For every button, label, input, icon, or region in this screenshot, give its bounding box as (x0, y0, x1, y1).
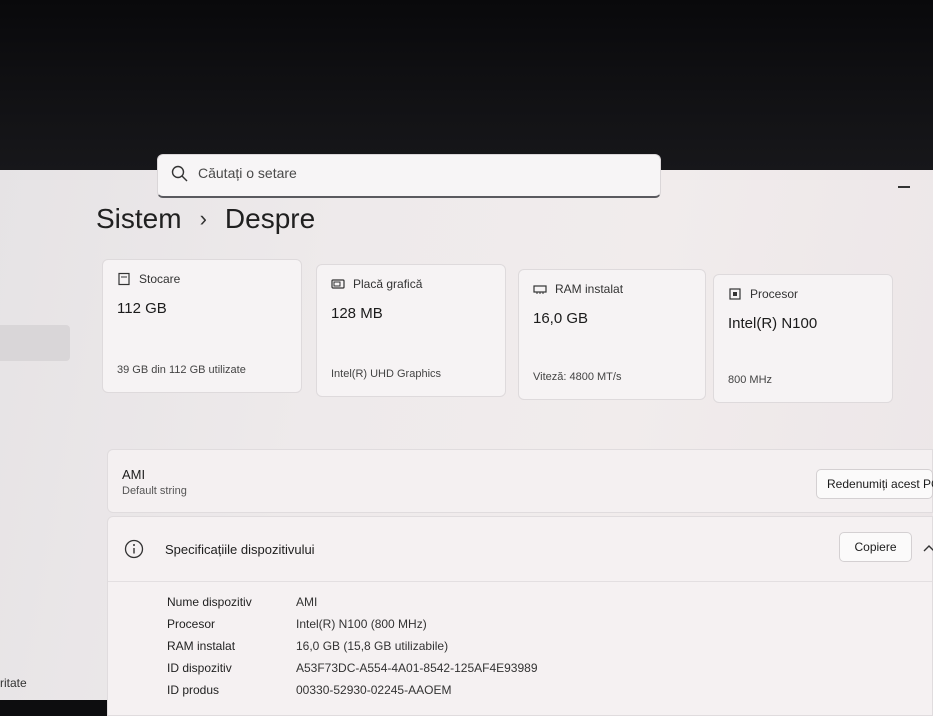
specs-header[interactable]: Specificațiile dispozitivului (108, 517, 933, 582)
spec-row: ID produs 00330-52930-02245-AAOEM (167, 679, 538, 701)
card-sub: 800 MHz (728, 374, 773, 386)
card-graphics[interactable]: Placă grafică 128 MB Intel(R) UHD Graphi… (316, 264, 506, 397)
device-specifications-section: Specificațiile dispozitivului Nume dispo… (107, 516, 933, 716)
card-sub: Intel(R) UHD Graphics (331, 368, 442, 380)
card-label: Stocare (139, 272, 181, 286)
spec-row: ID dispozitiv A53F73DC-A554-4A01-8542-125… (167, 657, 538, 679)
specs-list: Nume dispozitiv AMI Procesor Intel(R) N100… (167, 591, 538, 701)
breadcrumb-parent[interactable]: Sistem (96, 203, 182, 235)
pc-description: Default string (122, 485, 187, 497)
card-label: Procesor (750, 287, 799, 301)
card-value: 112 GB (117, 300, 167, 317)
graphics-card-icon (331, 279, 345, 289)
breadcrumb-separator-icon: › (199, 206, 207, 231)
spec-row: Nume dispozitiv AMI (167, 591, 538, 613)
specs-title: Specificațiile dispozitivului (165, 542, 315, 557)
card-value: 16,0 GB (533, 310, 589, 327)
rename-pc-button[interactable]: Redenumiți acest PC (816, 469, 933, 499)
card-storage[interactable]: Stocare 112 GB 39 GB din 112 GB utilizat… (102, 259, 302, 393)
minimize-icon[interactable] (898, 186, 910, 188)
spec-row: RAM instalat 16,0 GB (15,8 GB utilizabile… (167, 635, 538, 657)
card-label: Placă grafică (353, 277, 423, 291)
card-processor[interactable]: Procesor Intel(R) N100 800 MHz (713, 274, 893, 403)
spec-key: ID produs (167, 683, 220, 697)
ram-icon (533, 285, 547, 294)
copy-button[interactable]: Copiere (839, 532, 912, 562)
sidebar-item-selected[interactable] (0, 325, 70, 361)
spec-row: Procesor Intel(R) N100 (800 MHz) (167, 613, 538, 635)
spec-key: ID dispozitiv (167, 661, 232, 675)
card-sub: Viteză: 4800 MT/s (533, 371, 622, 383)
card-sub: 39 GB din 112 GB utilizate (117, 364, 246, 376)
spec-value: AMI (296, 595, 318, 609)
page-title: Despre (224, 203, 316, 234)
card-value: Intel(R) N100 (728, 315, 818, 332)
info-icon (124, 539, 144, 559)
spec-value: A53F73DC-A554-4A01-8542-125AF4E93989 (296, 661, 538, 675)
monitor-bezel (0, 0, 933, 170)
card-value: 128 MB (331, 305, 383, 322)
spec-value: 00330-52930-02245-AAOEM (296, 683, 452, 697)
spec-value: 16,0 GB (15,8 GB utilizabile) (296, 639, 449, 653)
card-label: RAM instalat (555, 282, 624, 296)
sidebar-item-partial[interactable]: ritate (0, 676, 27, 690)
search-icon (171, 165, 188, 182)
pc-name: AMI (122, 467, 146, 482)
spec-value: Intel(R) N100 (800 MHz) (296, 617, 427, 631)
breadcrumb: Sistem › Despre (96, 203, 315, 235)
spec-key: Procesor (167, 617, 216, 631)
storage-icon (118, 272, 130, 286)
chevron-up-icon[interactable] (923, 543, 933, 553)
spec-key: RAM instalat (167, 639, 236, 653)
search-input[interactable]: Căutați o setare (157, 154, 661, 198)
spec-key: Nume dispozitiv (167, 595, 252, 609)
search-placeholder: Căutați o setare (198, 165, 297, 181)
processor-icon (729, 288, 741, 300)
card-ram[interactable]: RAM instalat 16,0 GB Viteză: 4800 MT/s (518, 269, 706, 400)
pc-name-row: AMI Default string (107, 449, 933, 513)
